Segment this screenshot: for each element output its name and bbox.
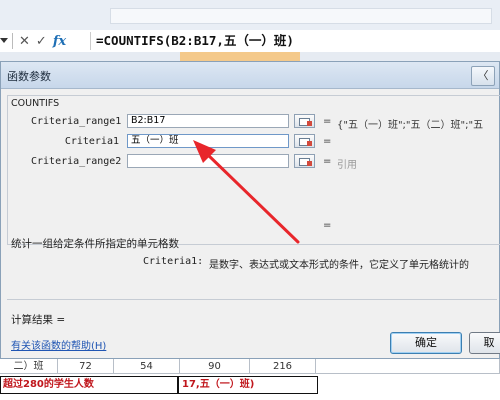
toolbar-area: [110, 8, 492, 24]
table-cell[interactable]: [316, 359, 500, 374]
formula-controls: ✕ ✓ fx: [12, 33, 82, 49]
equals-sign: =: [323, 156, 332, 167]
divider: [7, 299, 497, 300]
function-arguments-dialog: 函数参数 〈 COUNTIFS Criteria_range1 B2:B17 =…: [0, 61, 500, 359]
calc-result-label: 计算结果 =: [11, 314, 66, 326]
criteria-range2-result: 引用: [337, 160, 357, 171]
insert-function-icon[interactable]: fx: [53, 34, 66, 49]
criteria1-label: Criteria1: [64, 136, 119, 147]
cancel-icon[interactable]: ✕: [19, 34, 30, 49]
collapse-button[interactable]: 〈: [471, 66, 495, 86]
equals-sign: =: [323, 116, 332, 127]
criteria1-input[interactable]: 五（一）班: [127, 134, 289, 148]
formula-input[interactable]: =COUNTIFS(B2:B17,五（一）班): [90, 32, 500, 50]
range-picker-icon[interactable]: [294, 134, 315, 148]
function-result-equals: =: [323, 220, 332, 231]
separator: [12, 33, 13, 49]
param-description: 是数字、表达式或文本形式的条件，它定义了单元格统计的: [209, 260, 469, 271]
equals-sign: =: [323, 136, 332, 147]
app-toolbar-strip: [0, 0, 500, 31]
criteria-range1-result: {"五（一）班";"五（二）班";"五: [337, 120, 484, 131]
criteria-range2-label: Criteria_range2: [31, 156, 122, 167]
table-cell[interactable]: 54: [114, 359, 180, 374]
range-picker-icon[interactable]: [294, 114, 315, 128]
ok-button[interactable]: 确定: [390, 332, 462, 354]
formula-bar: ✕ ✓ fx =COUNTIFS(B2:B17,五（一）班): [0, 30, 500, 53]
help-link[interactable]: 有关该函数的帮助(H): [11, 337, 106, 352]
table-cell[interactable]: 90: [180, 359, 250, 374]
criteria-range1-label: Criteria_range1: [31, 116, 122, 127]
table-cell[interactable]: 216: [250, 359, 316, 374]
criteria-range2-input[interactable]: [127, 154, 289, 168]
function-description: 统计一组给定条件所指定的单元格数: [11, 238, 179, 250]
enter-icon[interactable]: ✓: [36, 34, 47, 49]
name-box-dropdown-icon[interactable]: [0, 38, 8, 43]
cancel-button[interactable]: 取: [469, 332, 500, 354]
dialog-title: 函数参数: [7, 70, 51, 83]
dialog-title-bar[interactable]: 函数参数 〈: [1, 62, 499, 89]
param-label: Criteria1:: [143, 256, 204, 267]
function-name: COUNTIFS: [11, 98, 60, 109]
formula-cell[interactable]: 17,五（一）班): [178, 376, 318, 394]
table-cell[interactable]: 72: [58, 359, 114, 374]
summary-label-cell[interactable]: 超过280的学生人数: [0, 376, 178, 394]
table-cell[interactable]: 二）班: [0, 359, 58, 374]
criteria-range1-input[interactable]: B2:B17: [127, 114, 289, 128]
range-picker-icon[interactable]: [294, 154, 315, 168]
